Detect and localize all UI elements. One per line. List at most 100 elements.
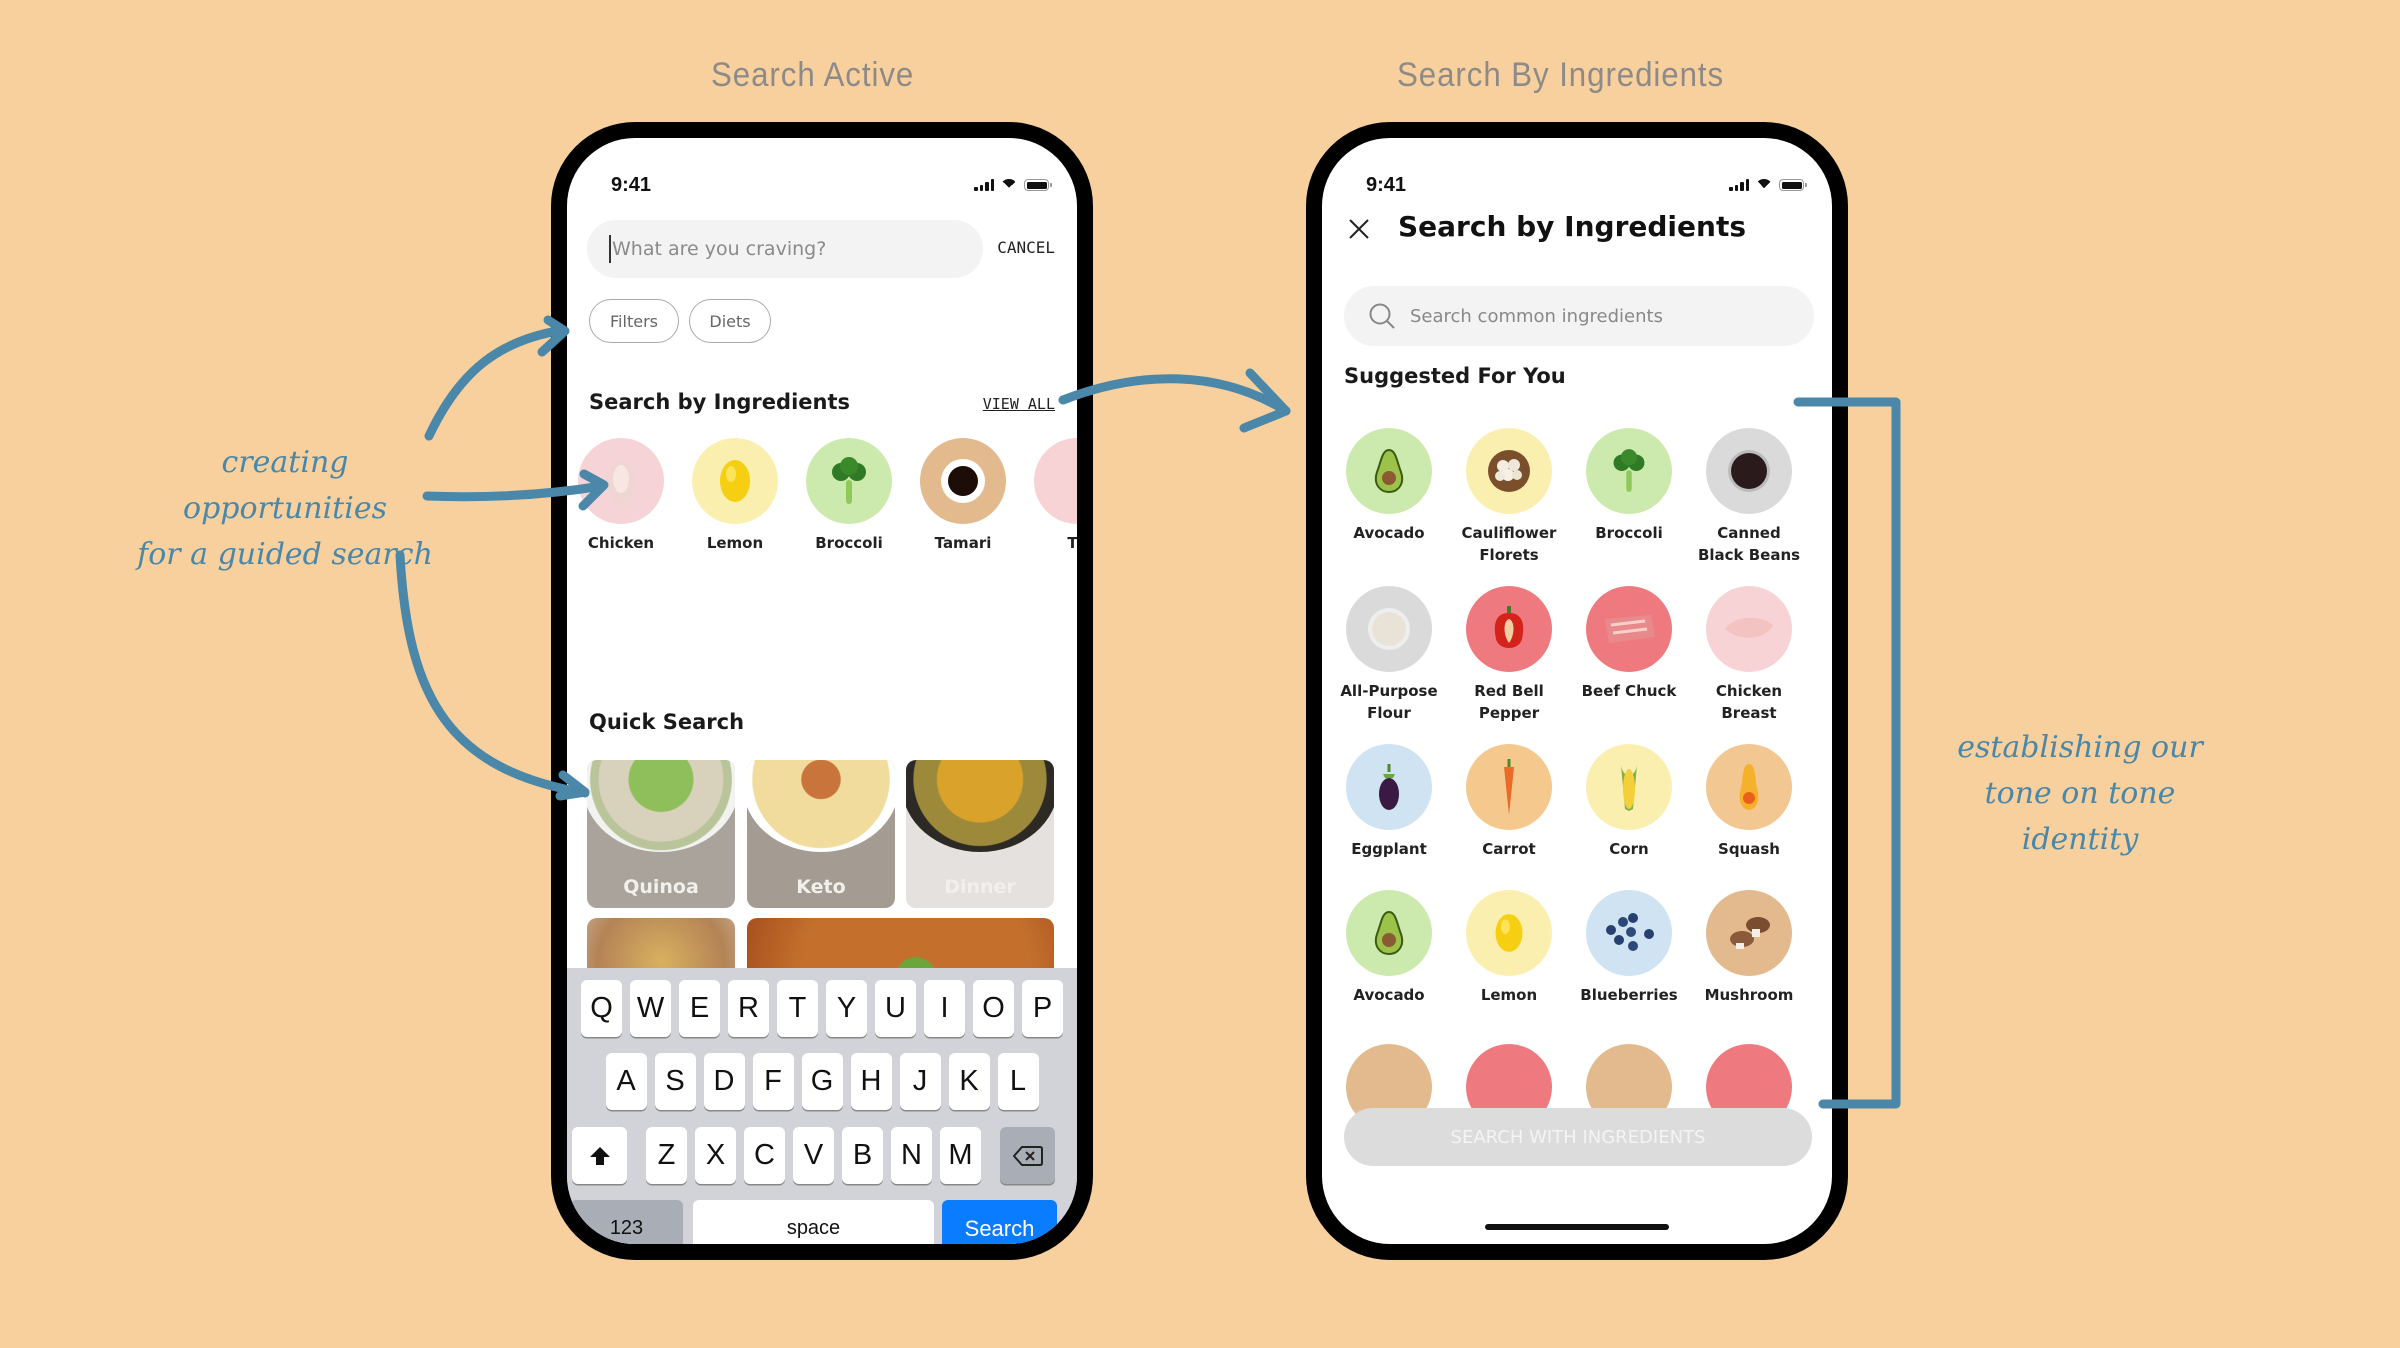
key-d[interactable]: D: [703, 1053, 745, 1110]
lemon-icon: [720, 460, 750, 502]
ingredient-label: Broccoli: [815, 534, 883, 552]
ingredient-label: Avocado: [1353, 524, 1425, 542]
ingredient-cauliflower-florets[interactable]: Cauliflower Florets: [1454, 428, 1564, 566]
search-input[interactable]: What are you craving?: [587, 220, 983, 278]
quick-search-tile-quinoa[interactable]: Quinoa: [587, 760, 735, 908]
ingredient-broccoli[interactable]: Broccoli: [1574, 428, 1684, 544]
key-g[interactable]: G: [801, 1053, 843, 1110]
ingredient-blueberries[interactable]: Blueberries: [1574, 890, 1684, 1006]
key-j[interactable]: J: [899, 1053, 941, 1110]
ingredient-label: Red Bell Pepper: [1474, 682, 1544, 722]
avocado-icon: [1372, 910, 1406, 956]
close-button[interactable]: [1348, 218, 1370, 240]
ingredient-canned-black-beans[interactable]: Canned Black Beans: [1694, 428, 1804, 566]
home-indicator: [1485, 1224, 1669, 1230]
key-u[interactable]: U: [875, 980, 916, 1037]
ingredient-circle: [1586, 586, 1672, 672]
ingredient-beef-chuck[interactable]: Beef Chuck: [1574, 586, 1684, 702]
close-icon: [1349, 219, 1369, 239]
ingredient-label: Chicken: [587, 534, 655, 552]
search-key[interactable]: Search: [942, 1200, 1057, 1244]
key-b[interactable]: B: [842, 1127, 883, 1184]
shift-key[interactable]: [572, 1127, 627, 1184]
ingredient-broccoli[interactable]: Broccoli: [806, 438, 892, 554]
key-p[interactable]: P: [1022, 980, 1063, 1037]
annotation-line: tone on tone identity: [1984, 776, 2176, 857]
key-t[interactable]: T: [777, 980, 818, 1037]
battery-icon: [1024, 179, 1052, 191]
search-with-ingredients-button[interactable]: SEARCH WITH INGREDIENTS: [1344, 1108, 1812, 1166]
key-i[interactable]: I: [924, 980, 965, 1037]
ingredient-label: Beef Chuck: [1581, 682, 1677, 700]
key-c[interactable]: C: [744, 1127, 785, 1184]
ingredient-circle: [1466, 744, 1552, 830]
tile-label: Quinoa: [623, 876, 699, 898]
key-r[interactable]: R: [728, 980, 769, 1037]
backspace-key[interactable]: [1000, 1127, 1055, 1184]
key-l[interactable]: L: [997, 1053, 1039, 1110]
ingredient-avocado[interactable]: Avocado: [1334, 890, 1444, 1006]
key-a[interactable]: A: [605, 1053, 647, 1110]
filters-chip[interactable]: Filters: [589, 299, 679, 343]
view-all-link[interactable]: VIEW ALL: [983, 395, 1055, 413]
key-z[interactable]: Z: [646, 1127, 687, 1184]
flour-icon: [1366, 606, 1412, 652]
ingredient-circle: [1706, 890, 1792, 976]
ingredient-circle: [1346, 428, 1432, 514]
signal-icon: [1729, 179, 1749, 191]
key-o[interactable]: O: [973, 980, 1014, 1037]
ingredient-eggplant[interactable]: Eggplant: [1334, 744, 1444, 860]
key-s[interactable]: S: [654, 1053, 696, 1110]
ingredient-circle: [1706, 428, 1792, 514]
key-n[interactable]: N: [891, 1127, 932, 1184]
ingredient-circle: [1466, 586, 1552, 672]
space-key[interactable]: space: [693, 1200, 934, 1244]
ingredient-circle: [1706, 586, 1792, 672]
ingredient-circle: [1346, 744, 1432, 830]
ingredient-label: Lemon: [1480, 986, 1538, 1004]
key-h[interactable]: H: [850, 1053, 892, 1110]
key-k[interactable]: K: [948, 1053, 990, 1110]
wifi-icon: [1755, 178, 1773, 192]
ingredient-circle: [692, 438, 778, 524]
ingredient-lemon[interactable]: Lemon: [1454, 890, 1564, 1006]
key-f[interactable]: F: [752, 1053, 794, 1110]
key-v[interactable]: V: [793, 1127, 834, 1184]
keyboard-row-4: 123 space Search: [567, 1200, 1077, 1244]
ingredient-carrot[interactable]: Carrot: [1454, 744, 1564, 860]
ingredient-lemon[interactable]: Lemon: [692, 438, 778, 554]
shift-icon: [589, 1146, 610, 1165]
key-w[interactable]: W: [630, 980, 671, 1037]
diets-chip[interactable]: Diets: [689, 299, 771, 343]
quick-search-tile-dinner[interactable]: Dinner: [906, 760, 1054, 908]
ingredient-mushroom[interactable]: Mushroom: [1694, 890, 1804, 1006]
broccoli-icon: [1609, 448, 1649, 494]
ingredient-tamari[interactable]: Tamari: [920, 438, 1006, 554]
ingredient-all-purpose-flour[interactable]: All-Purpose Flour: [1334, 586, 1444, 724]
ingredient-corn[interactable]: Corn: [1574, 744, 1684, 860]
key-q[interactable]: Q: [581, 980, 622, 1037]
key-m[interactable]: M: [940, 1127, 981, 1184]
ingredient-chicken-breast[interactable]: Chicken Breast: [1694, 586, 1804, 724]
ingredient-squash[interactable]: Squash: [1694, 744, 1804, 860]
status-time: 9:41: [1366, 173, 1407, 196]
broccoli-icon: [832, 457, 866, 504]
annotation-line: establishing our: [1957, 730, 2203, 765]
arrow-view-all-to-screen: [1058, 374, 1291, 416]
ingredient-avocado[interactable]: Avocado: [1334, 428, 1444, 544]
arrow-head: [1239, 368, 1291, 433]
ingredient-chicken[interactable]: Chicken: [578, 438, 664, 554]
ingredient-label: Canned Black Beans: [1697, 524, 1801, 564]
ingredient-search-input[interactable]: Search common ingredients: [1344, 286, 1814, 346]
quick-search-tile-keto[interactable]: Keto: [747, 760, 895, 908]
search-placeholder: Search common ingredients: [1410, 305, 1663, 327]
signal-icon: [974, 179, 994, 191]
ingredient-tuna[interactable]: Tu: [1034, 438, 1077, 554]
cancel-button[interactable]: CANCEL: [997, 238, 1055, 257]
key-x[interactable]: X: [695, 1127, 736, 1184]
key-e[interactable]: E: [679, 980, 720, 1037]
ingredient-circle: [806, 438, 892, 524]
ingredient-red-bell-pepper[interactable]: Red Bell Pepper: [1454, 586, 1564, 724]
key-y[interactable]: Y: [826, 980, 867, 1037]
numbers-key[interactable]: 123: [570, 1200, 683, 1244]
